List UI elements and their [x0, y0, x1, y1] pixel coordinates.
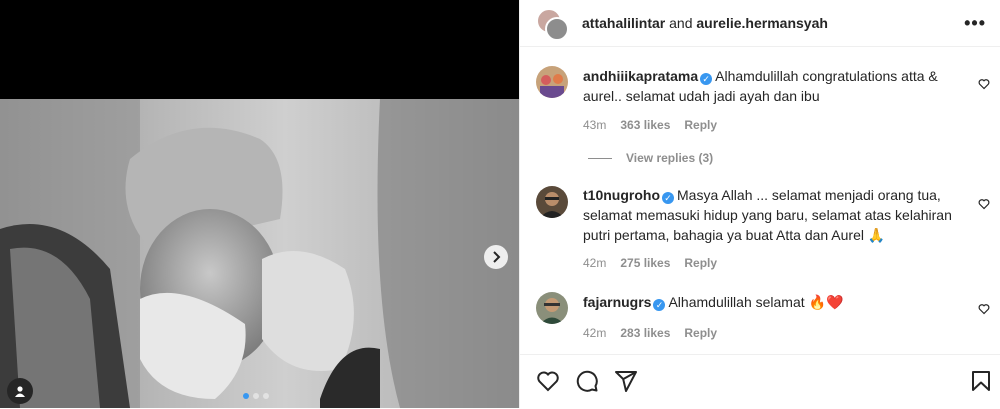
- comment-time[interactable]: 42m: [583, 256, 606, 270]
- bookmark-icon[interactable]: [969, 369, 993, 393]
- avatar[interactable]: [536, 292, 568, 324]
- author-joiner: and: [669, 15, 693, 31]
- carousel-dot: [253, 393, 259, 399]
- comment-time[interactable]: 42m: [583, 326, 606, 340]
- avatar[interactable]: [536, 66, 568, 98]
- verified-badge-icon: ✓: [662, 192, 674, 204]
- post-authors: attahalilintar and aurelie.hermansyah: [582, 15, 828, 31]
- more-options-button[interactable]: •••: [964, 13, 986, 34]
- view-replies-label: View replies (3): [626, 151, 714, 165]
- comment-meta: 42m 283 likes Reply: [583, 326, 717, 340]
- avatar-image: [536, 66, 568, 98]
- comment-text: Alhamdulillah selamat 🔥❤️: [668, 294, 844, 310]
- avatar[interactable]: [536, 186, 568, 218]
- carousel-dot: [263, 393, 269, 399]
- reply-button[interactable]: Reply: [684, 256, 717, 270]
- post-action-bar: [520, 354, 1000, 409]
- reply-button[interactable]: Reply: [684, 326, 717, 340]
- comment-like-icon[interactable]: [978, 198, 990, 210]
- comment-icon[interactable]: [575, 369, 599, 393]
- comment-text-block: fajarnugrs ✓ Alhamdulillah selamat 🔥❤️: [583, 292, 956, 312]
- post-photo: [0, 99, 519, 408]
- verified-badge-icon: ✓: [700, 73, 713, 85]
- comment-time[interactable]: 43m: [583, 118, 606, 132]
- carousel-indicator: [243, 393, 269, 399]
- author-avatars[interactable]: [536, 8, 569, 41]
- comment-like-icon[interactable]: [978, 303, 990, 315]
- comment-meta: 42m 275 likes Reply: [583, 256, 717, 270]
- coauthor-username[interactable]: aurelie.hermansyah: [696, 15, 828, 31]
- comment-text-block: andhiiikapratama ✓ Alhamdulillah congratul…: [583, 66, 956, 106]
- comment-username[interactable]: andhiiikapratama: [583, 68, 698, 84]
- user-tag-icon: [15, 386, 25, 397]
- author-username[interactable]: attahalilintar: [582, 15, 665, 31]
- comment-likes[interactable]: 275 likes: [620, 256, 670, 270]
- view-replies-button[interactable]: View replies (3): [588, 151, 713, 165]
- post-media: [0, 0, 519, 408]
- tagged-users-button[interactable]: [7, 378, 33, 404]
- chevron-right-icon: [493, 251, 501, 263]
- avatar-image: [536, 186, 568, 218]
- avatar-image: [536, 292, 568, 324]
- post-side-panel: attahalilintar and aurelie.hermansyah ••…: [519, 0, 1000, 408]
- reply-button[interactable]: Reply: [684, 118, 717, 132]
- comment-text-block: t10nugroho ✓ Masya Allah ... selamat menja…: [583, 185, 956, 245]
- heart-icon[interactable]: [536, 369, 560, 393]
- post-header: attahalilintar and aurelie.hermansyah ••…: [520, 0, 1000, 47]
- carousel-next-button[interactable]: [484, 245, 508, 269]
- comment-likes[interactable]: 363 likes: [620, 118, 670, 132]
- replies-divider: [588, 157, 612, 159]
- comment-username[interactable]: t10nugroho: [583, 187, 660, 203]
- comment-username[interactable]: fajarnugrs: [583, 294, 651, 310]
- share-icon[interactable]: [614, 369, 638, 393]
- comment-likes[interactable]: 283 likes: [620, 326, 670, 340]
- photo-image: [0, 99, 519, 408]
- verified-badge-icon: ✓: [653, 299, 666, 311]
- comment-meta: 43m 363 likes Reply: [583, 118, 717, 132]
- carousel-dot: [243, 393, 249, 399]
- comment-like-icon[interactable]: [978, 78, 990, 90]
- avatar: [545, 17, 569, 41]
